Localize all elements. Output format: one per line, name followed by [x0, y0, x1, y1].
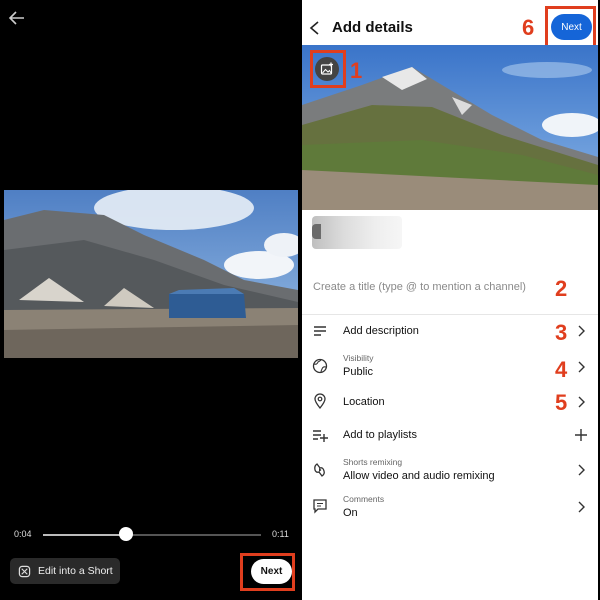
next-button[interactable]: Next	[251, 559, 292, 584]
scrubber-progress	[43, 534, 126, 536]
visibility-sublabel: Visibility	[343, 353, 374, 363]
comment-icon	[313, 499, 327, 514]
comments-sublabel: Comments	[343, 494, 385, 504]
video-preview	[4, 190, 298, 358]
shorts-remixing-sublabel: Shorts remixing	[343, 457, 403, 467]
title-input[interactable]: Create a title (type @ to mention a chan…	[313, 281, 526, 293]
scrubber-thumb[interactable]	[118, 527, 133, 541]
playlist-add-icon	[313, 430, 328, 442]
current-time: 0:04	[14, 529, 32, 539]
total-time: 0:11	[272, 529, 289, 539]
video-thumbnail	[302, 45, 598, 210]
avatar-edge	[312, 224, 321, 239]
scrubber-track[interactable]	[43, 534, 261, 536]
plus-icon[interactable]	[574, 428, 588, 442]
visibility-value: Public	[343, 366, 373, 378]
next-button[interactable]: Next	[551, 14, 592, 40]
location-label: Location	[343, 396, 385, 408]
image-edit-icon	[320, 62, 333, 75]
page-title: Add details	[332, 19, 413, 36]
annotation-number-1: 1	[350, 58, 363, 83]
edit-into-short-button[interactable]: Edit into a Short	[10, 558, 120, 584]
chevron-right-icon	[578, 361, 585, 373]
annotation-number-2: 2	[555, 276, 568, 301]
annotation-number-5: 5	[555, 390, 568, 415]
add-description-label: Add description	[343, 325, 419, 337]
annotation-number-6: 6	[522, 15, 535, 40]
scissors-short-icon	[18, 565, 31, 577]
annotation-number-3: 3	[555, 320, 568, 345]
annotation-number-4: 4	[555, 357, 568, 382]
location-pin-icon	[314, 393, 326, 410]
description-lines-icon	[314, 326, 326, 336]
shorts-remixing-value: Allow video and audio remixing	[343, 470, 495, 482]
comments-value: On	[343, 507, 358, 519]
back-arrow-icon[interactable]	[8, 9, 26, 27]
chevron-left-icon[interactable]	[308, 20, 322, 36]
add-details-pane: Add details 6 Next 1 Create a title (typ…	[300, 0, 600, 600]
video-editor-pane: 0:04 0:11 Edit into a Short Next	[0, 0, 300, 600]
globe-icon	[312, 358, 328, 374]
add-to-playlists-label: Add to playlists	[343, 429, 417, 441]
edit-thumbnail-button[interactable]	[315, 57, 339, 81]
remix-icon	[314, 463, 325, 477]
divider	[302, 314, 598, 315]
chevron-right-icon	[578, 325, 585, 337]
chevron-right-icon	[578, 464, 585, 476]
chevron-right-icon	[578, 396, 585, 408]
edit-into-short-label: Edit into a Short	[38, 565, 113, 577]
chevron-right-icon	[578, 501, 585, 513]
channel-avatar-blurred	[312, 216, 402, 249]
